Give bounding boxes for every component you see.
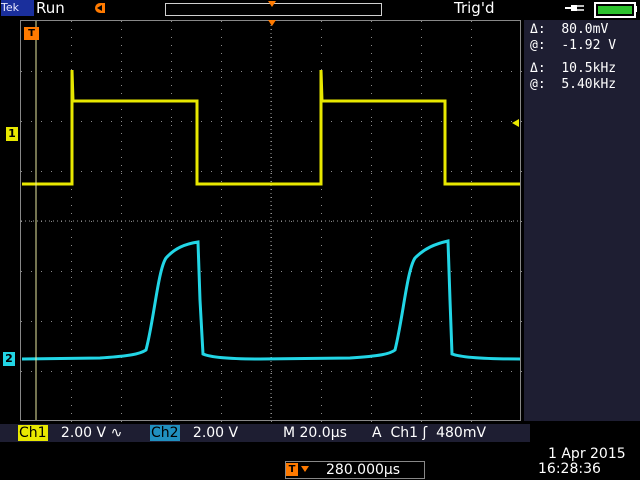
ch1-settings[interactable]: Ch1 2.00 V ∿ xyxy=(18,425,122,442)
ch2-scale: 2.00 V xyxy=(192,425,239,441)
ch2-ground-marker[interactable]: 2 xyxy=(3,352,15,366)
ch1-label: Ch1 xyxy=(18,425,48,441)
trigger-level: 480mV xyxy=(436,425,487,441)
ch1-scale: 2.00 V xyxy=(60,425,107,441)
ch1-coupling-icon: ∿ xyxy=(110,425,123,441)
ch2-settings[interactable]: Ch2 2.00 V xyxy=(150,425,238,442)
trigger-delay-icon: T xyxy=(286,463,298,476)
time-readout: 16:28:36 xyxy=(538,461,601,477)
trigger-source: Ch1 xyxy=(390,425,419,441)
trigger-settings[interactable]: A Ch1 ʃ 480mV xyxy=(372,425,486,442)
timebase[interactable]: M 20.0µs xyxy=(283,425,347,442)
ch1-ground-marker[interactable]: 1 xyxy=(6,127,18,141)
trigger-level-arrow-icon xyxy=(512,119,519,127)
date-readout: 1 Apr 2015 xyxy=(548,446,626,462)
trigger-mode: A xyxy=(372,425,382,441)
trigger-delay-arrow-icon xyxy=(301,466,309,472)
graticule-frame xyxy=(20,20,521,421)
ch2-label: Ch2 xyxy=(150,425,180,441)
trigger-marker-icon: T xyxy=(24,27,39,40)
trigger-time-pointer-icon xyxy=(268,20,276,26)
trigger-delay-value: 280.000µs xyxy=(326,462,401,478)
